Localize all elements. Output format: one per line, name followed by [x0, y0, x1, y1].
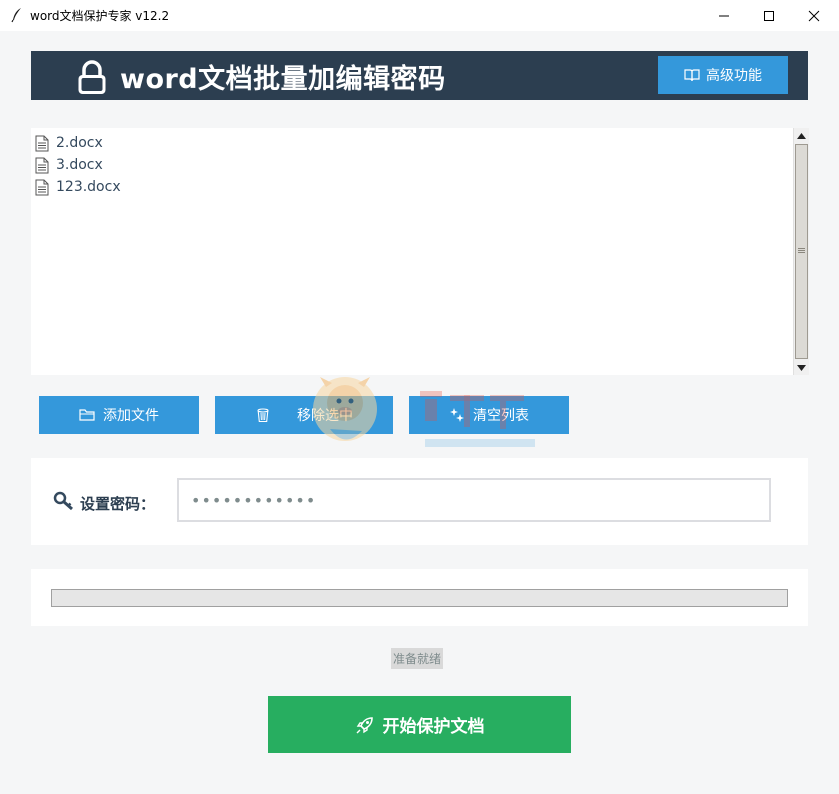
key-icon	[53, 491, 73, 511]
book-icon	[684, 69, 700, 82]
folder-icon	[79, 409, 95, 421]
add-files-label: 添加文件	[103, 408, 159, 424]
lock-icon	[78, 60, 106, 94]
list-item[interactable]: 3.docx	[31, 154, 793, 176]
file-name: 2.docx	[56, 135, 103, 151]
add-files-button[interactable]: 添加文件	[39, 396, 199, 434]
minimize-icon	[719, 15, 729, 16]
document-icon	[35, 157, 49, 173]
window-title: word文档保护专家 v12.2	[30, 9, 170, 23]
arrow-down-icon	[797, 364, 806, 371]
list-item[interactable]: 2.docx	[31, 132, 793, 154]
sparkle-icon	[450, 408, 464, 422]
remove-selected-button[interactable]: 移除选中	[215, 396, 393, 434]
maximize-button[interactable]	[746, 0, 792, 31]
title-bar: word文档保护专家 v12.2	[0, 0, 839, 32]
maximize-icon	[764, 10, 774, 21]
scroll-thumb[interactable]	[795, 144, 808, 359]
client-area: word文档批量加编辑密码 高级功能 2.docx 3.docx 123.doc…	[0, 31, 839, 794]
scroll-up-button[interactable]	[794, 128, 809, 143]
clear-list-button[interactable]: 清空列表	[409, 396, 569, 434]
minimize-button[interactable]	[701, 0, 747, 31]
file-name: 123.docx	[56, 179, 121, 195]
arrow-up-icon	[797, 132, 806, 139]
password-label: 设置密码：	[80, 495, 156, 513]
password-panel: 设置密码：	[31, 458, 808, 545]
status-text: 准备就绪	[391, 648, 444, 669]
header-banner: word文档批量加编辑密码 高级功能	[31, 51, 808, 100]
progress-panel	[31, 569, 808, 626]
close-button[interactable]	[791, 0, 837, 31]
clear-list-label: 清空列表	[473, 408, 529, 424]
list-item[interactable]: 123.docx	[31, 176, 793, 198]
document-icon	[35, 179, 49, 195]
scroll-down-button[interactable]	[794, 360, 809, 375]
password-input[interactable]	[177, 478, 771, 522]
trash-icon	[257, 408, 269, 423]
document-icon	[35, 135, 49, 151]
file-name: 3.docx	[56, 157, 103, 173]
start-protect-label: 开始保护文档	[382, 717, 485, 737]
advanced-features-button[interactable]: 高级功能	[658, 56, 788, 94]
rocket-icon	[356, 716, 373, 733]
advanced-features-label: 高级功能	[706, 68, 762, 84]
file-list-scrollbar[interactable]	[793, 128, 809, 375]
feather-icon	[11, 8, 21, 23]
file-list[interactable]: 2.docx 3.docx 123.docx	[31, 128, 793, 375]
progress-bar	[51, 589, 788, 607]
remove-selected-label: 移除选中	[297, 408, 353, 424]
close-icon	[808, 10, 820, 21]
start-protect-button[interactable]: 开始保护文档	[268, 696, 571, 753]
header-title: word文档批量加编辑密码	[120, 64, 446, 95]
